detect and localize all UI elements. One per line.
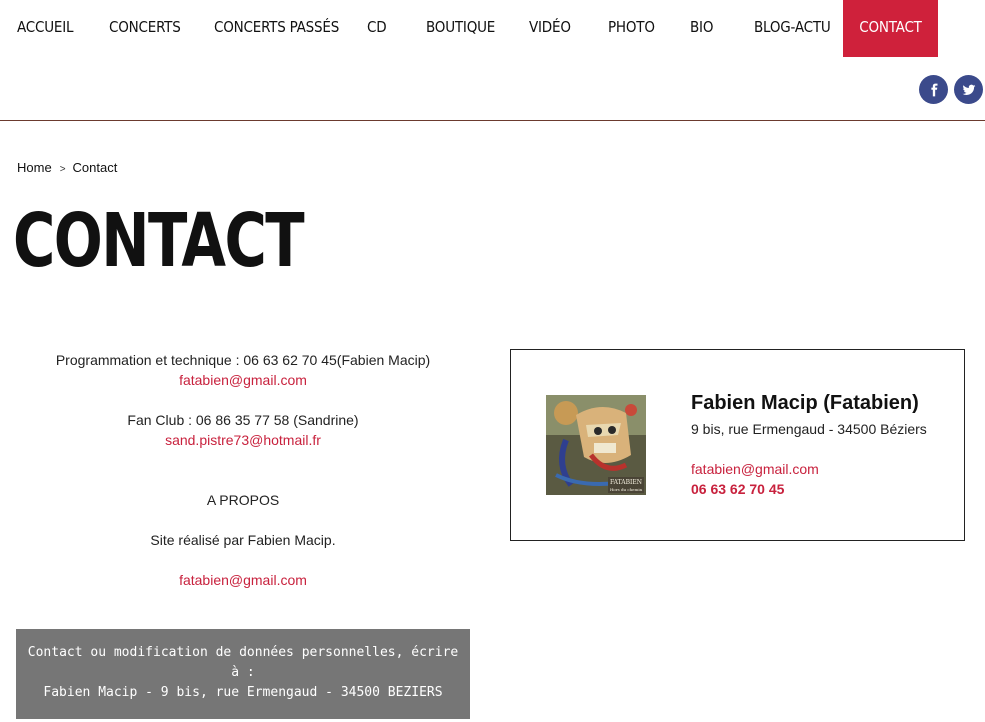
programmation-email-link[interactable]: fatabien@gmail.com — [179, 372, 307, 388]
nav-item-boutique[interactable]: BOUTIQUE — [426, 0, 495, 57]
album-cover-image: FATABIEN Hors du chemin — [546, 395, 646, 495]
breadcrumb-current: Contact — [72, 160, 118, 175]
nav-item-blog-actu[interactable]: BLOG-ACTU — [754, 0, 831, 57]
nav-item-video[interactable]: VIDÉO — [529, 0, 571, 57]
page-title: CONTACT — [13, 198, 305, 284]
notice-line-3: Fabien Macip - 9 bis, rue Ermengaud - 34… — [43, 685, 443, 700]
nav-item-concerts[interactable]: CONCERTS — [109, 0, 181, 57]
card-phone-link[interactable]: 06 63 62 70 45 — [691, 481, 784, 497]
card-address: 9 bis, rue Ermengaud - 34500 Béziers — [691, 421, 927, 437]
nav-item-cd[interactable]: CD — [367, 0, 387, 57]
card-email-link[interactable]: fatabien@gmail.com — [691, 461, 819, 477]
contact-card: FATABIEN Hors du chemin Fabien Macip (Fa… — [510, 349, 965, 541]
twitter-icon — [962, 84, 975, 95]
album-subtitle-text: Hors du chemin — [610, 487, 643, 492]
header-divider — [0, 120, 985, 121]
breadcrumb: Home > Contact — [17, 160, 117, 175]
main-nav: ACCUEIL CONCERTS CONCERTS PASSÉS CD BOUT… — [0, 0, 985, 57]
card-name: Fabien Macip (Fatabien) — [691, 392, 919, 414]
album-title-text: FATABIEN — [610, 479, 642, 486]
twitter-button[interactable] — [954, 75, 983, 104]
nav-item-contact[interactable]: CONTACT — [843, 0, 938, 57]
fanclub-email-link[interactable]: sand.pistre73@hotmail.fr — [165, 432, 321, 448]
facebook-button[interactable] — [919, 75, 948, 104]
personal-data-notice: Contact ou modification de données perso… — [16, 629, 470, 719]
apropos-heading: A PROPOS — [206, 492, 280, 508]
programmation-text: Programmation et technique : 06 63 62 70… — [55, 352, 431, 368]
breadcrumb-separator: > — [59, 164, 66, 175]
facebook-icon — [930, 83, 937, 96]
notice-line-2: à : — [231, 665, 255, 680]
nav-item-photo[interactable]: PHOTO — [608, 0, 655, 57]
site-credit-text: Site réalisé par Fabien Macip. — [150, 532, 336, 548]
notice-line-1: Contact ou modification de données perso… — [27, 645, 459, 660]
fanclub-text: Fan Club : 06 86 35 77 58 (Sandrine) — [127, 412, 359, 428]
nav-item-concerts-passes[interactable]: CONCERTS PASSÉS — [214, 0, 339, 57]
nav-item-bio[interactable]: BIO — [690, 0, 713, 57]
nav-item-accueil[interactable]: ACCUEIL — [17, 0, 74, 57]
credit-email-link[interactable]: fatabien@gmail.com — [179, 572, 307, 588]
contact-info: Programmation et technique : 06 63 62 70… — [16, 350, 470, 590]
breadcrumb-home[interactable]: Home — [17, 160, 52, 175]
